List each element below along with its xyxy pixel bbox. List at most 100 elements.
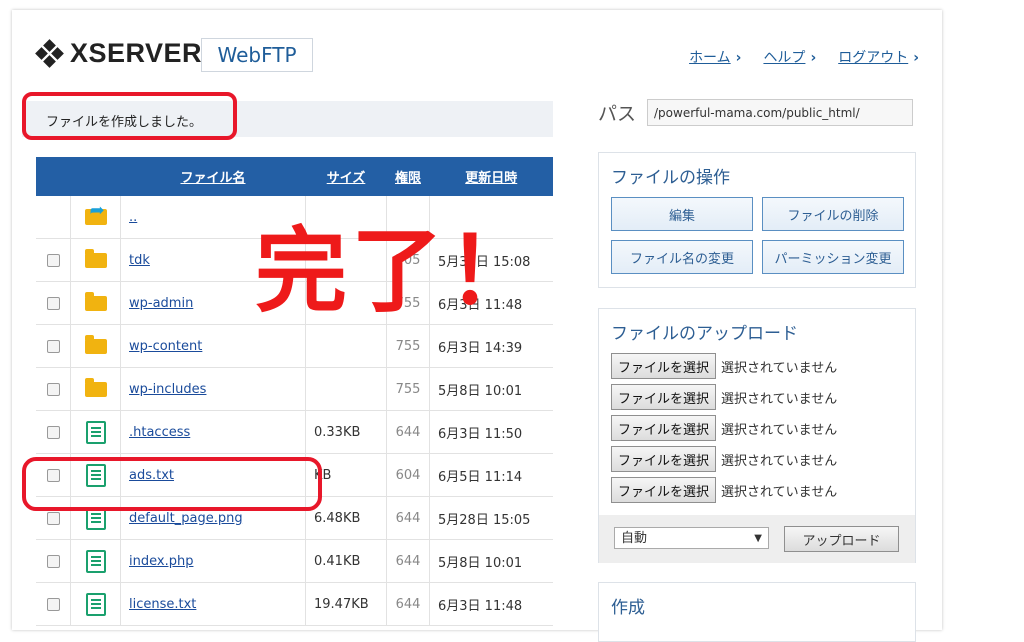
highlight-circle-message [22,92,237,140]
cell-check [36,324,71,368]
highlight-circle-ads [22,457,322,511]
row-checkbox[interactable] [46,554,60,568]
header-modified[interactable]: 更新日時 [429,157,553,196]
row-checkbox[interactable] [46,253,60,267]
file-icon[interactable] [85,420,106,444]
cell-perm: 644 [386,410,430,454]
upload-mode-value: 自動 [621,531,648,546]
cell-perm: 644 [386,582,430,626]
upload-title: ファイルのアップロード [611,324,798,344]
parent-folder-icon[interactable] [84,200,107,225]
row-checkbox[interactable] [46,597,60,611]
header-permission[interactable]: 権限 [386,157,430,196]
no-file-selected-label: 選択されていません [721,360,838,376]
cell-icon [70,367,121,411]
chevron-right-icon: › [810,50,817,66]
cell-date: 5月28日 15:05 [429,496,553,540]
choose-file-button[interactable]: ファイルを選択 [611,446,717,472]
permission-button[interactable]: パーミッション変更 [762,240,904,274]
nav-help-link[interactable]: ヘルプ [763,50,805,66]
choose-file-button[interactable]: ファイルを選択 [611,477,717,503]
file-name-link[interactable]: wp-includes [129,382,206,397]
file-name-link[interactable]: .htaccess [129,425,190,440]
row-checkbox[interactable] [46,296,60,310]
cell-size: 0.41KB [305,539,387,583]
no-file-selected-label: 選択されていません [721,391,838,407]
row-checkbox[interactable] [46,339,60,353]
cell-check [36,539,71,583]
dropdown-arrow-icon: ▼ [754,533,762,544]
file-upload-row: ファイルを選択 選択されていません [611,415,837,441]
cell-date: 5月8日 10:01 [429,367,553,411]
xserver-logo[interactable]: XSERVER [35,38,202,69]
upload-button[interactable]: アップロード [784,526,899,552]
row-checkbox[interactable] [46,511,60,525]
no-file-selected-label: 選択されていません [721,422,838,438]
cell-name: .htaccess [120,410,306,454]
header-icon [70,157,121,196]
upload-panel: ファイルのアップロード ファイルを選択 選択されていません ファイルを選択 選択されて… [598,308,916,563]
header-filename[interactable]: ファイル名 [120,157,306,196]
create-title: 作成 [611,598,645,618]
file-name-link[interactable]: tdk [129,253,150,268]
edit-button[interactable]: 編集 [611,197,753,231]
cell-check [36,196,71,239]
header-size[interactable]: サイズ [305,157,387,196]
cell-icon [70,324,121,368]
cell-perm: 755 [386,324,430,368]
parent-link[interactable]: .. [129,210,137,225]
cell-date: 6月3日 11:48 [429,582,553,626]
cell-name: license.txt [120,582,306,626]
file-upload-row: ファイルを選択 選択されていません [611,446,837,472]
upload-footer: 自動 ▼ アップロード [599,515,915,563]
file-name-link[interactable]: license.txt [129,597,196,612]
path-field[interactable]: /powerful-mama.com/public_html/ [647,99,913,126]
file-icon[interactable] [85,592,106,616]
upload-mode-select[interactable]: 自動 ▼ [614,527,769,549]
nav-logout-link[interactable]: ログアウト [838,50,908,66]
table-row: license.txt 19.47KB 644 6月3日 11:48 [36,582,553,626]
cell-icon [70,281,121,325]
cell-icon [70,238,121,282]
file-upload-row: ファイルを選択 選択されていません [611,477,837,503]
cell-name: wp-includes [120,367,306,411]
cell-icon [70,410,121,454]
cell-check [36,281,71,325]
file-upload-row: ファイルを選択 選択されていません [611,353,837,379]
logo-mark-icon [35,38,64,68]
cell-check [36,582,71,626]
table-header-row: ファイル名 サイズ 権限 更新日時 [36,157,553,196]
no-file-selected-label: 選択されていません [721,453,838,469]
path-label: パス [598,103,637,125]
choose-file-button[interactable]: ファイルを選択 [611,353,717,379]
row-checkbox[interactable] [46,425,60,439]
file-name-link[interactable]: wp-admin [129,296,193,311]
folder-icon[interactable] [84,248,107,268]
cell-size: 0.33KB [305,410,387,454]
cell-perm: 644 [386,539,430,583]
folder-icon[interactable] [84,377,107,397]
cell-icon [70,196,121,239]
cell-date: 6月3日 11:50 [429,410,553,454]
file-name-link[interactable]: wp-content [129,339,202,354]
chevron-right-icon: › [913,50,919,66]
choose-file-button[interactable]: ファイルを選択 [611,384,717,410]
folder-icon[interactable] [84,291,107,311]
table-row: .htaccess 0.33KB 644 6月3日 11:50 [36,410,553,454]
file-name-link[interactable]: default_page.png [129,511,243,526]
file-name-link[interactable]: index.php [129,554,193,569]
choose-file-button[interactable]: ファイルを選択 [611,415,717,441]
chevron-right-icon: › [735,50,742,66]
file-operations-title: ファイルの操作 [611,168,730,188]
delete-file-button[interactable]: ファイルの削除 [762,197,904,231]
cell-icon [70,582,121,626]
rename-button[interactable]: ファイル名の変更 [611,240,753,274]
row-checkbox[interactable] [46,382,60,396]
file-icon[interactable] [85,549,106,573]
cell-check [36,238,71,282]
file-upload-row: ファイルを選択 選択されていません [611,384,837,410]
folder-icon[interactable] [84,334,107,354]
nav-home-link[interactable]: ホーム [689,50,731,66]
table-row: index.php 0.41KB 644 5月8日 10:01 [36,539,553,583]
complete-annotation: 完了！ [255,218,544,325]
